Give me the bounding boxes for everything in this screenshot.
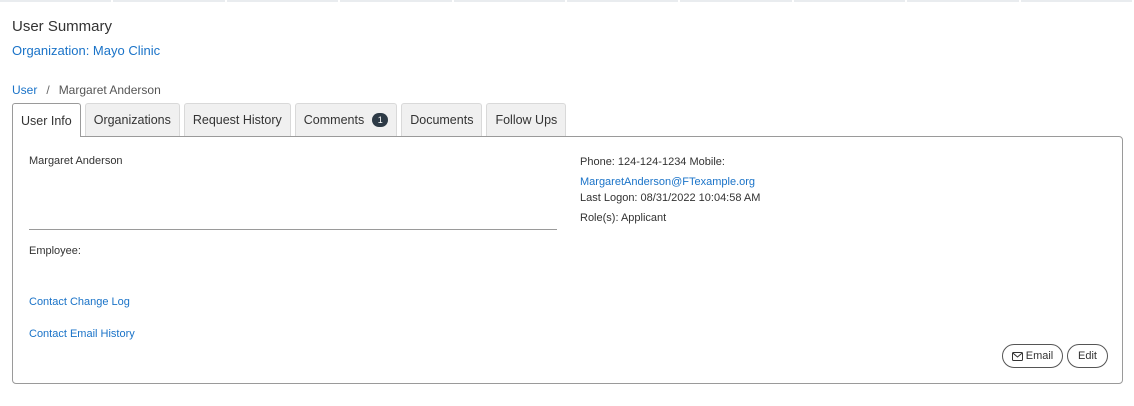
user-name: Margaret Anderson [29, 155, 123, 167]
tab-label: Documents [410, 113, 474, 127]
tab-comments[interactable]: Comments 1 [294, 103, 398, 136]
page-title: User Summary [12, 18, 113, 35]
envelope-icon [1011, 351, 1023, 361]
top-divider-strip [0, 0, 1134, 2]
tab-bar: User Info Organizations Request History … [12, 103, 570, 137]
edit-button-label: Edit [1078, 350, 1097, 362]
breadcrumb-current: Margaret Anderson [58, 83, 161, 97]
employee-label: Employee: [29, 245, 81, 257]
tab-label: User Info [21, 113, 72, 128]
email-button-label: Email [1025, 350, 1054, 362]
email-button[interactable]: Email [1002, 344, 1063, 368]
last-logon: Last Logon: 08/31/2022 10:04:58 AM [580, 192, 761, 204]
tab-follow-ups[interactable]: Follow Ups [486, 103, 567, 136]
contact-change-log-link[interactable]: Contact Change Log [29, 296, 130, 308]
tab-documents[interactable]: Documents [401, 103, 483, 136]
tab-label: Follow Ups [495, 113, 558, 127]
tab-label: Request History [192, 113, 282, 127]
breadcrumb-user-link[interactable]: User [12, 83, 37, 97]
tab-label: Organizations [93, 113, 171, 127]
email-address-link[interactable]: MargaretAnderson@FTexample.org [580, 174, 760, 190]
tab-organizations[interactable]: Organizations [84, 103, 180, 136]
contact-details: Phone: 124-124-1234 Mobile: MargaretAnde… [580, 154, 760, 226]
tab-user-info[interactable]: User Info [12, 103, 81, 137]
tab-label: Comments [303, 113, 365, 127]
user-roles: Role(s): Applicant [580, 212, 667, 224]
organization-link[interactable]: Organization: Mayo Clinic [12, 43, 160, 58]
tab-request-history[interactable]: Request History [183, 103, 291, 136]
edit-button[interactable]: Edit [1067, 344, 1108, 368]
comments-count-badge: 1 [372, 113, 389, 127]
breadcrumb-separator: / [46, 83, 50, 97]
user-info-panel: Margaret Anderson Employee: Contact Chan… [12, 136, 1123, 384]
phone-line: Phone: 124-124-1234 Mobile: [580, 156, 725, 168]
section-divider [29, 229, 557, 230]
contact-email-history-link[interactable]: Contact Email History [29, 328, 135, 340]
breadcrumb: User / Margaret Anderson [12, 83, 161, 97]
